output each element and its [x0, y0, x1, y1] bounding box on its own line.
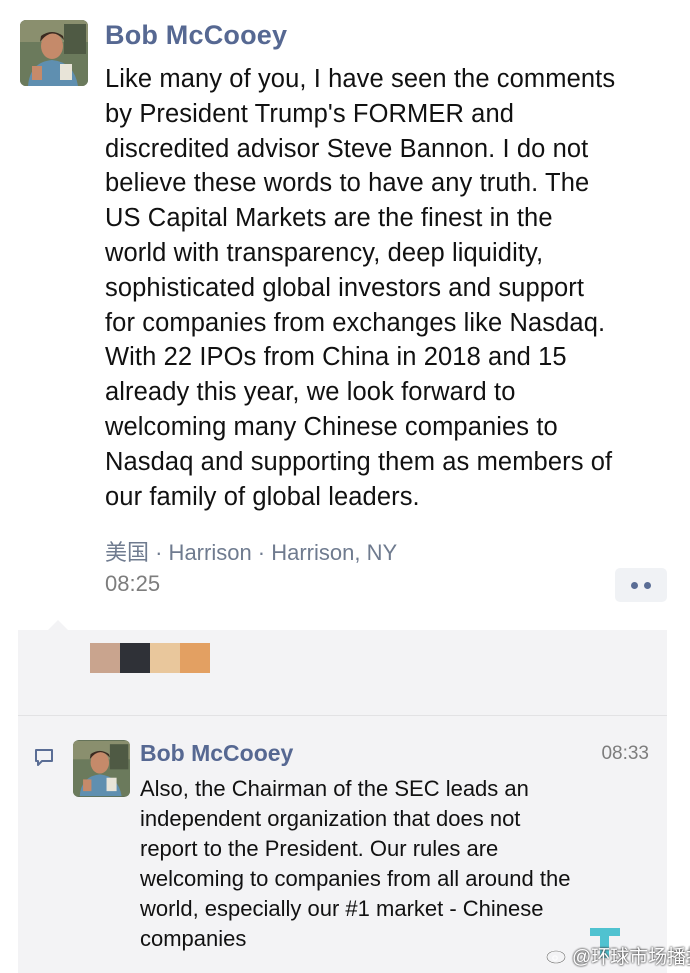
- comment-author-avatar[interactable]: [73, 740, 130, 797]
- watermark: @环球市场播报: [528, 924, 690, 968]
- liker-avatar[interactable]: [180, 643, 210, 673]
- comment-timestamp: 08:33: [601, 743, 649, 764]
- avatar-photo: [20, 20, 88, 86]
- post-text: Like many of you, I have seen the commen…: [105, 65, 616, 511]
- post-location[interactable]: 美国 · Harrison · Harrison, NY: [105, 535, 397, 567]
- ellipsis-icon: [644, 581, 651, 589]
- watermark-text: @环球市场播报: [572, 947, 690, 968]
- post-timestamp: 08:25: [105, 571, 161, 596]
- author-name[interactable]: Bob McCooey: [105, 20, 287, 51]
- comment-author-name[interactable]: Bob McCooey: [140, 740, 293, 767]
- moments-post: Bob McCooey Like many of you, I have see…: [0, 0, 690, 620]
- weibo-logo: [546, 950, 566, 964]
- liker-avatar[interactable]: [150, 643, 180, 673]
- panel-pointer: [48, 620, 68, 630]
- likes-comments-panel: Bob McCooey 08:33 Also, the Chairman of …: [18, 620, 667, 973]
- avatar-photo: [73, 740, 130, 797]
- likes-row: [90, 643, 210, 673]
- divider: [18, 715, 667, 716]
- ellipsis-icon: [631, 581, 638, 589]
- liker-avatar[interactable]: [90, 643, 120, 673]
- author-avatar[interactable]: [20, 20, 88, 86]
- more-options-button[interactable]: [615, 568, 667, 602]
- liker-avatar[interactable]: [120, 643, 150, 673]
- comment-bubble-icon: [34, 747, 54, 767]
